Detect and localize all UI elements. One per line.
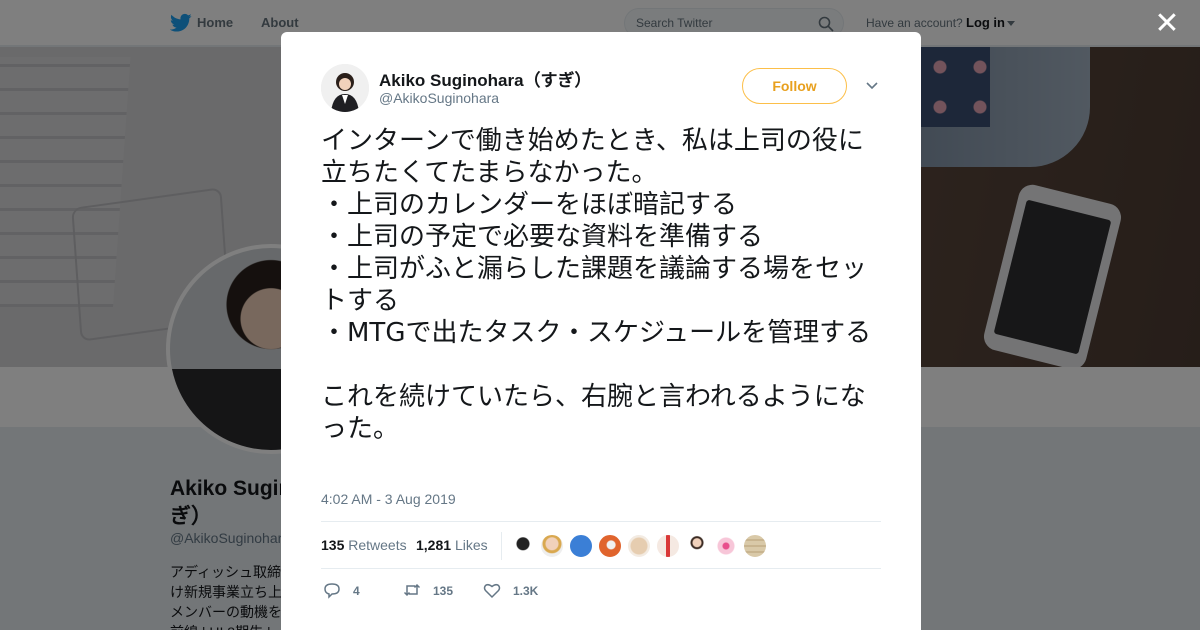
retweets-label: Retweets [348, 537, 407, 553]
tweet-author-handle[interactable]: @AkikoSuginohara [379, 90, 499, 106]
close-icon[interactable]: ✕ [1154, 9, 1180, 39]
retweet-count: 135 [433, 584, 454, 598]
retweet-icon[interactable] [403, 581, 421, 599]
liker-avatar[interactable] [511, 534, 535, 558]
tweet-stats: 135 Retweets 1,281 Likes [321, 521, 881, 569]
liker-avatar[interactable] [743, 534, 767, 558]
tweet-text: インターンで働き始めたとき、私は上司の役に立ちたくてたまらなかった。 ・上司のカ… [321, 126, 872, 444]
liker-avatar[interactable] [569, 534, 593, 558]
likes-stat[interactable]: 1,281 Likes [416, 537, 488, 553]
liker-avatar[interactable] [685, 534, 709, 558]
liker-avatar[interactable] [714, 534, 738, 558]
retweets-stat[interactable]: 135 Retweets [321, 537, 407, 553]
tweet-modal: Akiko Suginohara（すぎ） @AkikoSuginohara Fo… [281, 32, 921, 630]
like-count: 1.3K [513, 584, 539, 598]
reply-count: 4 [353, 584, 360, 598]
likes-label: Likes [454, 537, 488, 553]
tweet-author-name[interactable]: Akiko Suginohara（すぎ） [379, 66, 592, 91]
liker-avatar[interactable] [656, 534, 680, 558]
tweet-author-avatar[interactable] [321, 64, 369, 112]
chevron-down-icon[interactable] [866, 82, 878, 90]
likes-count: 1,281 [416, 537, 452, 553]
liker-avatar[interactable] [627, 534, 651, 558]
tweet-actions: 4 135 1.3K [321, 577, 881, 607]
liker-avatar[interactable] [598, 534, 622, 558]
reply-icon[interactable] [323, 581, 341, 599]
tweet-timestamp[interactable]: 4:02 AM - 3 Aug 2019 [321, 491, 456, 507]
like-icon[interactable] [483, 581, 501, 599]
retweets-count: 135 [321, 537, 345, 553]
liker-avatar[interactable] [540, 534, 564, 558]
stats-divider [501, 532, 502, 560]
follow-button[interactable]: Follow [742, 68, 847, 104]
